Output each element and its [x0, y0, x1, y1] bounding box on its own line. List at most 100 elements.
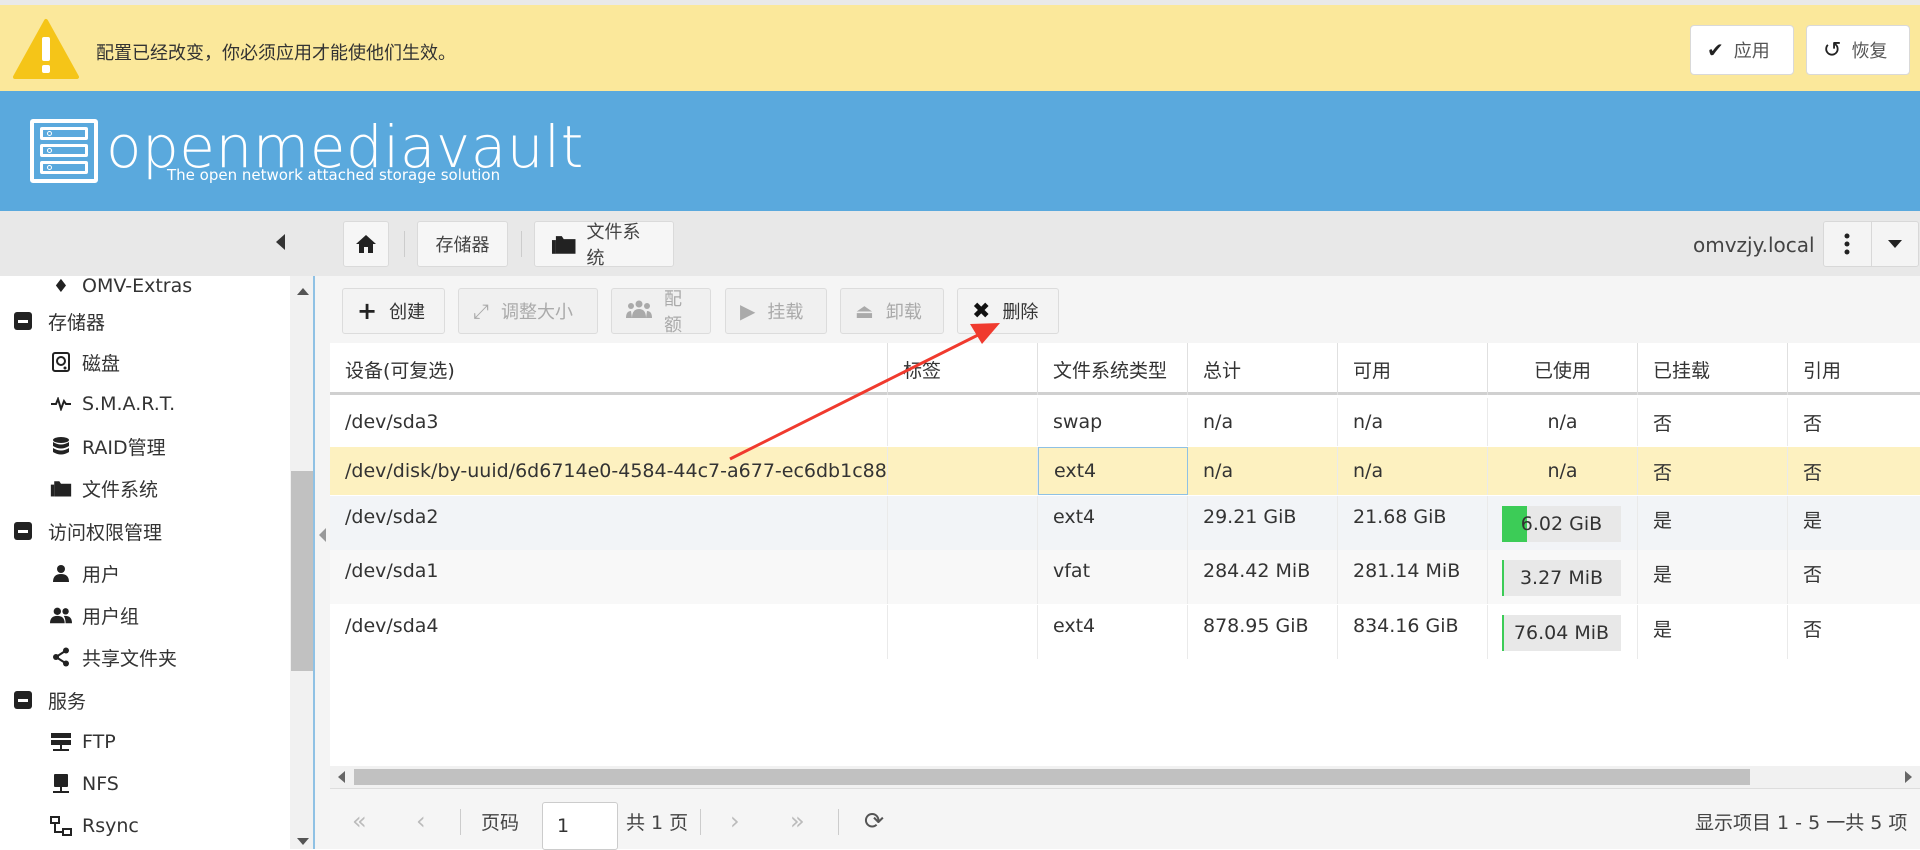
- mount-button[interactable]: ▶ 挂载: [725, 288, 827, 334]
- collapse-group-icon[interactable]: [14, 312, 32, 330]
- column-available[interactable]: 可用: [1338, 343, 1488, 395]
- cell-referenced: 否: [1788, 550, 1920, 604]
- sidebar-item-groups[interactable]: 用户组: [50, 595, 139, 635]
- scroll-up-icon[interactable]: [297, 288, 309, 295]
- sidebar-item-disks[interactable]: 磁盘: [50, 342, 120, 382]
- more-vertical-icon[interactable]: [1824, 222, 1872, 266]
- cell-device: /dev/sda4: [330, 605, 888, 659]
- table-row[interactable]: /dev/sda2 ext4 29.21 GiB 21.68 GiB 6.02 GiB 是…: [330, 496, 1920, 550]
- apply-button[interactable]: ✔ 应用: [1690, 25, 1794, 75]
- home-button[interactable]: [343, 221, 389, 267]
- breadcrumb-filesystems[interactable]: 文件系统: [534, 221, 674, 269]
- collapse-left-icon[interactable]: [319, 528, 326, 542]
- sidebar-item-rsync[interactable]: Rsync: [50, 806, 139, 846]
- table-row[interactable]: /dev/sda3 swap n/a n/a n/a 否 否: [330, 398, 1920, 446]
- last-page-icon[interactable]: »: [790, 801, 805, 841]
- cell-text: 是: [1803, 510, 1823, 532]
- breadcrumb-storage[interactable]: 存储器: [417, 221, 508, 267]
- cell-device: /dev/sda3: [330, 398, 888, 446]
- cell-label: [888, 447, 1038, 495]
- column-used[interactable]: 已使用: [1488, 343, 1638, 395]
- table-row[interactable]: /dev/sda1 vfat 284.42 MiB 281.14 MiB 3.27 Mi…: [330, 550, 1920, 604]
- user-menu[interactable]: [1823, 221, 1919, 267]
- sidebar-scroll-thumb[interactable]: [291, 471, 313, 671]
- cell-text: n/a: [1353, 411, 1384, 433]
- scroll-left-icon[interactable]: [338, 771, 345, 783]
- revert-button[interactable]: ↺ 恢复: [1806, 25, 1910, 75]
- sidebar-item-shared-folders[interactable]: 共享文件夹: [50, 637, 177, 677]
- hostname: omvzjy.local: [1693, 233, 1815, 257]
- refresh-icon[interactable]: ⟳: [864, 801, 884, 841]
- chevron-down-icon[interactable]: [1872, 222, 1919, 266]
- delete-button[interactable]: ✖ 删除: [957, 288, 1059, 334]
- database-icon: [50, 435, 72, 457]
- quota-button[interactable]: 配额: [611, 288, 711, 336]
- cell-referenced: 否: [1788, 447, 1920, 495]
- column-referenced[interactable]: 引用: [1788, 343, 1920, 395]
- column-label[interactable]: 标签: [888, 343, 1038, 395]
- table-row[interactable]: /dev/sda4 ext4 878.95 GiB 834.16 GiB 76.04 M…: [330, 605, 1920, 659]
- scroll-down-icon[interactable]: [297, 838, 309, 845]
- heartbeat-icon: [50, 393, 72, 415]
- usage-text: 76.04 MiB: [1513, 622, 1610, 644]
- user-icon: [50, 562, 72, 584]
- usage-bar: 3.27 MiB: [1502, 560, 1621, 596]
- sidebar-item-nfs[interactable]: NFS: [50, 764, 119, 804]
- play-icon: ▶: [740, 299, 756, 323]
- collapse-group-icon[interactable]: [14, 691, 32, 709]
- create-button[interactable]: + 创建: [342, 288, 445, 334]
- table-row[interactable]: /dev/disk/by-uuid/6d6714e0-4584-44c7-a67…: [330, 447, 1920, 495]
- cell-text: 否: [1803, 564, 1823, 586]
- monitor-icon: [50, 773, 72, 795]
- folder-icon: [551, 236, 576, 254]
- sidebar-item-ftp[interactable]: FTP: [50, 722, 116, 762]
- grid-scroll-thumb[interactable]: [354, 769, 1750, 785]
- cell-referenced: 否: [1788, 605, 1920, 659]
- sidebar-group-storage[interactable]: 存储器: [14, 301, 105, 341]
- column-fstype[interactable]: 文件系统类型: [1038, 343, 1188, 395]
- collapse-group-icon[interactable]: [14, 522, 32, 540]
- cell-used: n/a: [1488, 447, 1638, 495]
- sidebar-item-filesystems[interactable]: 文件系统: [50, 468, 158, 508]
- cell-text: 否: [1653, 412, 1673, 435]
- scroll-right-icon[interactable]: [1905, 771, 1912, 783]
- page-number-input[interactable]: 1: [542, 802, 618, 850]
- cell-text: /dev/sda3: [345, 411, 439, 433]
- resize-button[interactable]: ⤢ 调整大小: [458, 288, 598, 334]
- cell-used: 6.02 GiB: [1488, 496, 1638, 550]
- column-total[interactable]: 总计: [1188, 343, 1338, 395]
- filesystem-toolbar: + 创建 ⤢ 调整大小 配额 ▶ 挂载 ⏏ 卸载 ✖ 删除: [330, 276, 1920, 343]
- sidebar-splitter[interactable]: [315, 276, 330, 849]
- pending-changes-bar: 配置已经改变，你必须应用才能使他们生效。 ✔ 应用 ↺ 恢复: [0, 0, 1920, 91]
- collapse-sidebar-icon[interactable]: [276, 234, 285, 250]
- cell-text: n/a: [1547, 460, 1578, 482]
- users-icon: [626, 300, 652, 323]
- cell-device: /dev/sda2: [330, 496, 888, 550]
- sidebar-item-users[interactable]: 用户: [50, 553, 120, 593]
- usage-bar: 76.04 MiB: [1502, 615, 1621, 651]
- sidebar-group-services[interactable]: 服务: [14, 680, 86, 720]
- cell-total: 284.42 MiB: [1188, 550, 1338, 604]
- first-page-icon[interactable]: «: [352, 801, 367, 841]
- next-page-icon[interactable]: ›: [730, 801, 740, 841]
- sidebar-nav: ♦ OMV-Extras 存储器 磁盘 S.M.A.R.T. RAID管理 文件…: [0, 276, 315, 849]
- hard-disk-icon: [50, 351, 72, 373]
- grid-header: 设备(可复选) 标签 文件系统类型 总计 可用 已使用 已挂载 引用: [330, 343, 1920, 395]
- cell-mounted: 是: [1638, 605, 1788, 659]
- column-mounted[interactable]: 已挂载: [1638, 343, 1788, 395]
- unmount-button[interactable]: ⏏ 卸载: [840, 288, 944, 334]
- sidebar-group-access[interactable]: 访问权限管理: [14, 511, 162, 551]
- column-device[interactable]: 设备(可复选): [330, 343, 888, 395]
- cell-text: /dev/disk/by-uuid/6d6714e0-4584-44c7-a67…: [345, 460, 888, 482]
- previous-page-icon[interactable]: ‹: [416, 801, 426, 841]
- cell-available: 21.68 GiB: [1338, 496, 1488, 550]
- grid-horizontal-scrollbar[interactable]: [330, 766, 1920, 788]
- cell-available: 834.16 GiB: [1338, 605, 1488, 659]
- sidebar-item-smart[interactable]: S.M.A.R.T.: [50, 384, 175, 424]
- cell-total: n/a: [1188, 398, 1338, 446]
- cell-fstype: swap: [1038, 398, 1188, 446]
- lightbulb-icon: ♦: [52, 276, 70, 297]
- cell-available: n/a: [1338, 398, 1488, 446]
- sidebar-item-raid[interactable]: RAID管理: [50, 426, 166, 466]
- plus-icon: +: [357, 297, 378, 325]
